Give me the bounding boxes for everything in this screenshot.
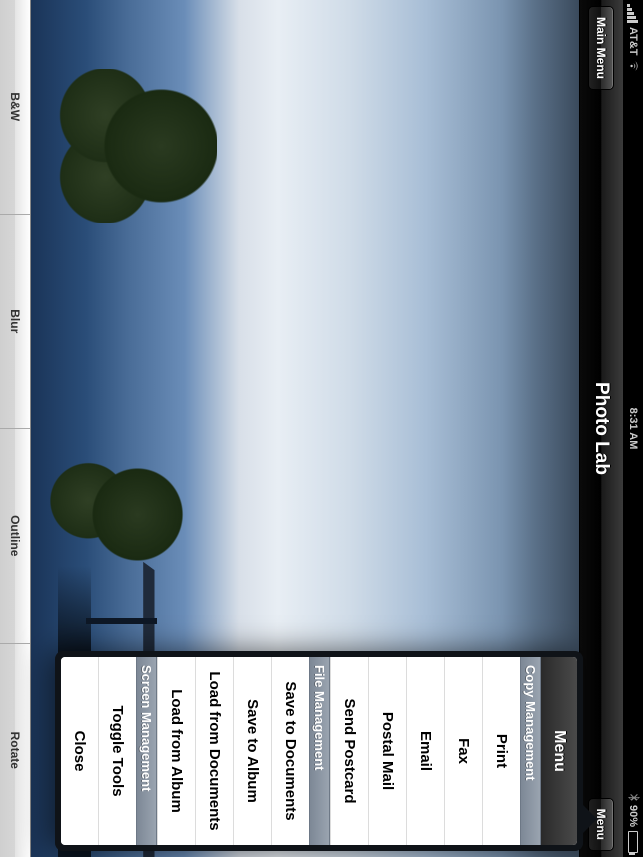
signal-icon <box>628 4 639 23</box>
menu-item-save-to-documents[interactable]: Save to Documents <box>271 657 309 845</box>
menu-item-fax[interactable]: Fax <box>444 657 482 845</box>
battery-icon <box>628 831 638 853</box>
effects-toolbar: B&W Blur Outline Rotate <box>0 0 31 857</box>
section-file-management: File Management <box>309 657 330 845</box>
tool-rotate[interactable]: Rotate <box>0 644 30 857</box>
tool-bw[interactable]: B&W <box>0 0 30 215</box>
menu-item-close[interactable]: Close <box>61 657 98 845</box>
menu-item-toggle-tools[interactable]: Toggle Tools <box>98 657 136 845</box>
main-menu-button[interactable]: Main Menu <box>589 6 615 90</box>
menu-item-print[interactable]: Print <box>482 657 520 845</box>
battery-percent: 90% <box>627 805 639 827</box>
tool-outline[interactable]: Outline <box>0 429 30 644</box>
menu-item-load-from-documents[interactable]: Load from Documents <box>195 657 233 845</box>
nav-bar: Main Menu Photo Lab Menu <box>579 0 623 857</box>
menu-item-email[interactable]: Email <box>406 657 444 845</box>
photo-tree-left <box>31 69 217 223</box>
menu-item-load-from-album[interactable]: Load from Album <box>157 657 195 845</box>
menu-popover: Menu Copy Management Print Fax Email Pos… <box>55 651 583 851</box>
wifi-icon <box>627 60 640 72</box>
menu-item-save-to-album[interactable]: Save to Album <box>233 657 271 845</box>
photo-tree-right <box>31 446 195 583</box>
clock: 8:31 AM <box>627 0 639 857</box>
page-title: Photo Lab <box>591 0 613 857</box>
section-copy-management: Copy Management <box>520 657 541 845</box>
carrier-label: AT&T <box>627 27 639 56</box>
tool-blur[interactable]: Blur <box>0 215 30 430</box>
section-screen-management: Screen Management <box>136 657 157 845</box>
popover-arrow <box>583 805 597 833</box>
status-bar: AT&T 8:31 AM 90% <box>623 0 643 857</box>
menu-item-postal-mail[interactable]: Postal Mail <box>368 657 406 845</box>
bluetooth-icon <box>626 793 641 801</box>
menu-item-send-postcard[interactable]: Send Postcard <box>330 657 368 845</box>
popover-title: Menu <box>541 657 577 845</box>
